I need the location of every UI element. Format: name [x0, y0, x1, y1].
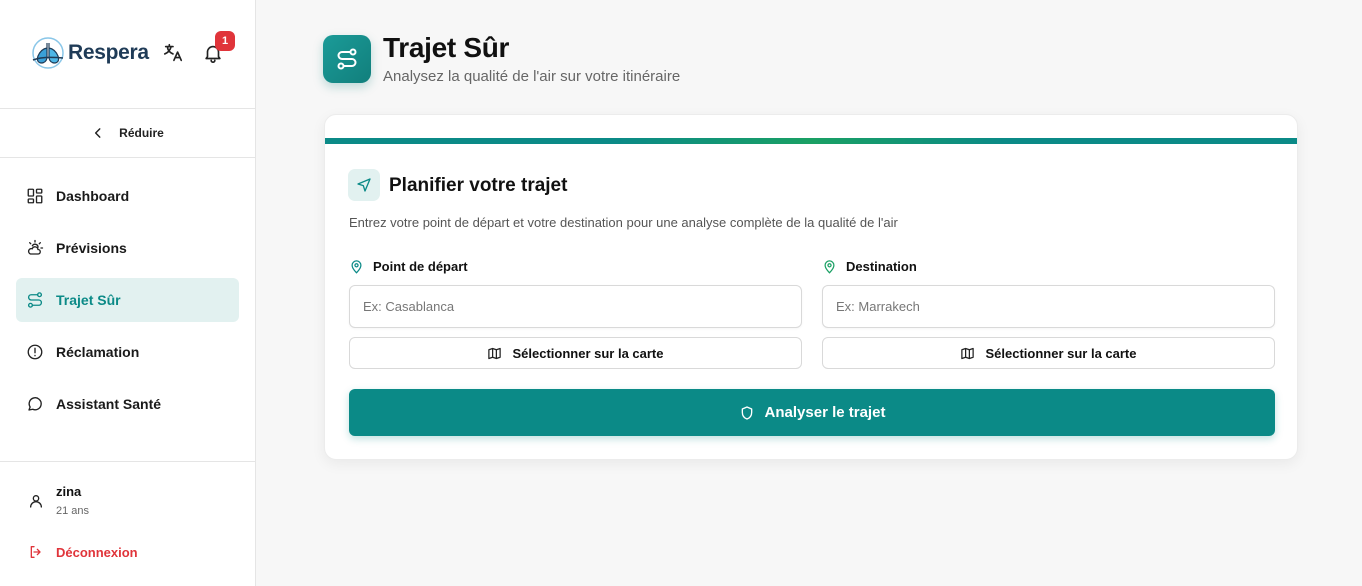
- brand-name: Respera: [68, 41, 149, 64]
- lungs-logo-icon: [32, 37, 64, 69]
- logout-icon: [30, 546, 41, 558]
- sidebar-item-label: Prévisions: [56, 240, 127, 256]
- sidebar-item-label: Assistant Santé: [56, 396, 162, 412]
- destination-input[interactable]: [822, 285, 1275, 328]
- section-title: Planifier votre trajet: [389, 175, 568, 196]
- translate-icon: [163, 43, 183, 62]
- user-age: 21 ans: [56, 505, 90, 517]
- map-icon: [961, 347, 975, 359]
- collapse-label: Réduire: [119, 126, 164, 140]
- map-icon: [488, 347, 502, 359]
- sidebar-item-dashboard[interactable]: Dashboard: [16, 174, 239, 218]
- sidebar: Respera 1 Réduire Dashboard Prévisions T…: [0, 0, 256, 586]
- trip-planner-card: Planifier votre trajet Entrez votre poin…: [324, 114, 1298, 460]
- sidebar-item-assistant-sante[interactable]: Assistant Santé: [16, 382, 239, 426]
- logout-label: Déconnexion: [56, 544, 138, 560]
- section-icon: [348, 169, 380, 201]
- chevron-left-icon: [95, 128, 101, 138]
- destination-map-button[interactable]: Sélectionner sur la carte: [822, 337, 1275, 369]
- logout-button[interactable]: Déconnexion: [28, 544, 138, 560]
- map-pin-icon: [824, 260, 835, 274]
- card-accent-bar: [325, 138, 1297, 144]
- start-label-text: Point de départ: [373, 259, 468, 274]
- notification-badge: 1: [215, 31, 235, 51]
- route-icon: [27, 292, 43, 308]
- sidebar-item-previsions[interactable]: Prévisions: [16, 226, 239, 270]
- sidebar-item-label: Réclamation: [56, 344, 140, 360]
- shield-icon: [741, 405, 752, 420]
- logo[interactable]: Respera: [30, 36, 149, 70]
- user-section: zina 21 ans Déconnexion: [0, 461, 255, 586]
- collapse-button[interactable]: Réduire: [0, 109, 255, 158]
- chat-icon: [28, 397, 42, 411]
- page-subtitle: Analysez la qualité de l'air sur votre i…: [383, 68, 681, 85]
- destination-label-text: Destination: [846, 259, 917, 274]
- analyze-route-button[interactable]: Analyser le trajet: [349, 389, 1275, 436]
- start-map-button[interactable]: Sélectionner sur la carte: [349, 337, 802, 369]
- sidebar-item-label: Dashboard: [56, 188, 130, 204]
- user-name: zina: [56, 484, 82, 499]
- weather-icon: [27, 239, 44, 255]
- sidebar-nav: Dashboard Prévisions Trajet Sûr Réclamat…: [0, 158, 255, 426]
- translate-button[interactable]: [162, 42, 184, 64]
- sidebar-item-label: Trajet Sûr: [56, 292, 121, 308]
- start-map-button-label: Sélectionner sur la carte: [512, 345, 664, 361]
- start-label: Point de départ: [349, 259, 468, 274]
- section-description: Entrez votre point de départ et votre de…: [349, 215, 898, 230]
- dashboard-icon: [27, 188, 43, 204]
- sidebar-item-trajet-sur[interactable]: Trajet Sûr: [16, 278, 239, 322]
- navigation-arrow-icon: [357, 178, 371, 192]
- start-input[interactable]: [349, 285, 802, 328]
- map-pin-icon: [351, 260, 362, 274]
- analyze-button-label: Analyser le trajet: [764, 404, 886, 421]
- user-icon: [30, 495, 42, 508]
- destination-map-button-label: Sélectionner sur la carte: [985, 345, 1137, 361]
- sidebar-item-reclamation[interactable]: Réclamation: [16, 330, 239, 374]
- page-title: Trajet Sûr: [383, 32, 510, 63]
- brand-row: Respera 1: [0, 0, 255, 109]
- page-icon: [323, 35, 371, 83]
- route-icon: [337, 48, 357, 70]
- destination-label: Destination: [822, 259, 917, 274]
- alert-circle-icon: [27, 344, 43, 360]
- user-profile[interactable]: zina 21 ans: [28, 484, 89, 517]
